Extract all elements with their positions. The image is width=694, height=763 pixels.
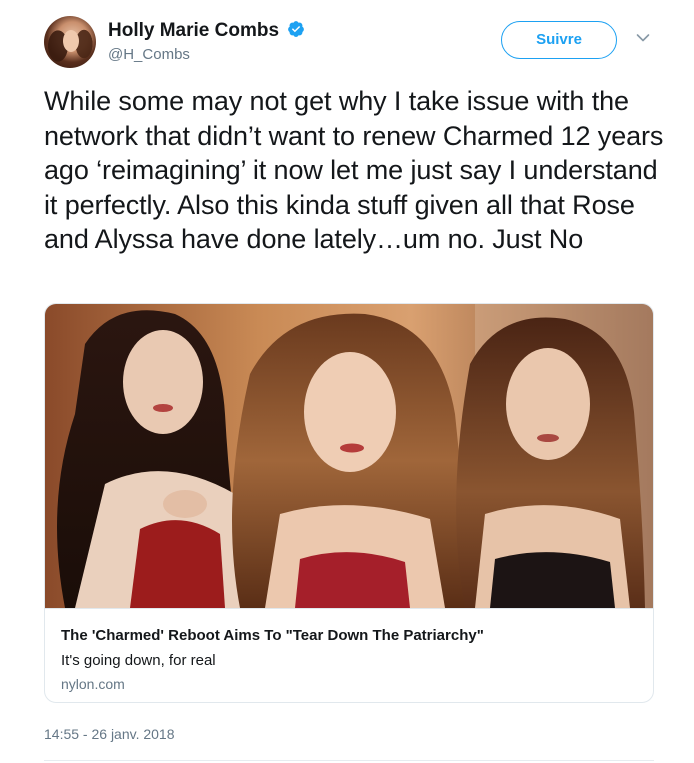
avatar-face: [63, 30, 79, 52]
card-domain: nylon.com: [61, 676, 125, 692]
tweet-text: While some may not get why I take issue …: [44, 86, 664, 255]
avatar[interactable]: [44, 16, 96, 68]
display-name[interactable]: Holly Marie Combs: [108, 20, 279, 42]
card-title[interactable]: The 'Charmed' Reboot Aims To "Tear Down …: [61, 627, 484, 644]
card-image[interactable]: [45, 304, 653, 608]
card-photo: [45, 304, 653, 608]
timestamp[interactable]: 14:55 - 26 janv. 2018: [44, 726, 175, 742]
follow-button[interactable]: Suivre: [501, 21, 617, 59]
card-description: It's going down, for real: [61, 652, 216, 669]
handle[interactable]: @H_Combs: [108, 46, 190, 63]
tweet: Holly Marie Combs @H_Combs Suivre While …: [0, 0, 694, 763]
chevron-down-icon[interactable]: [636, 33, 650, 43]
link-card[interactable]: The 'Charmed' Reboot Aims To "Tear Down …: [44, 303, 654, 703]
card-meta[interactable]: The 'Charmed' Reboot Aims To "Tear Down …: [45, 608, 653, 702]
divider: [44, 760, 654, 761]
verified-badge-icon: [288, 21, 304, 37]
